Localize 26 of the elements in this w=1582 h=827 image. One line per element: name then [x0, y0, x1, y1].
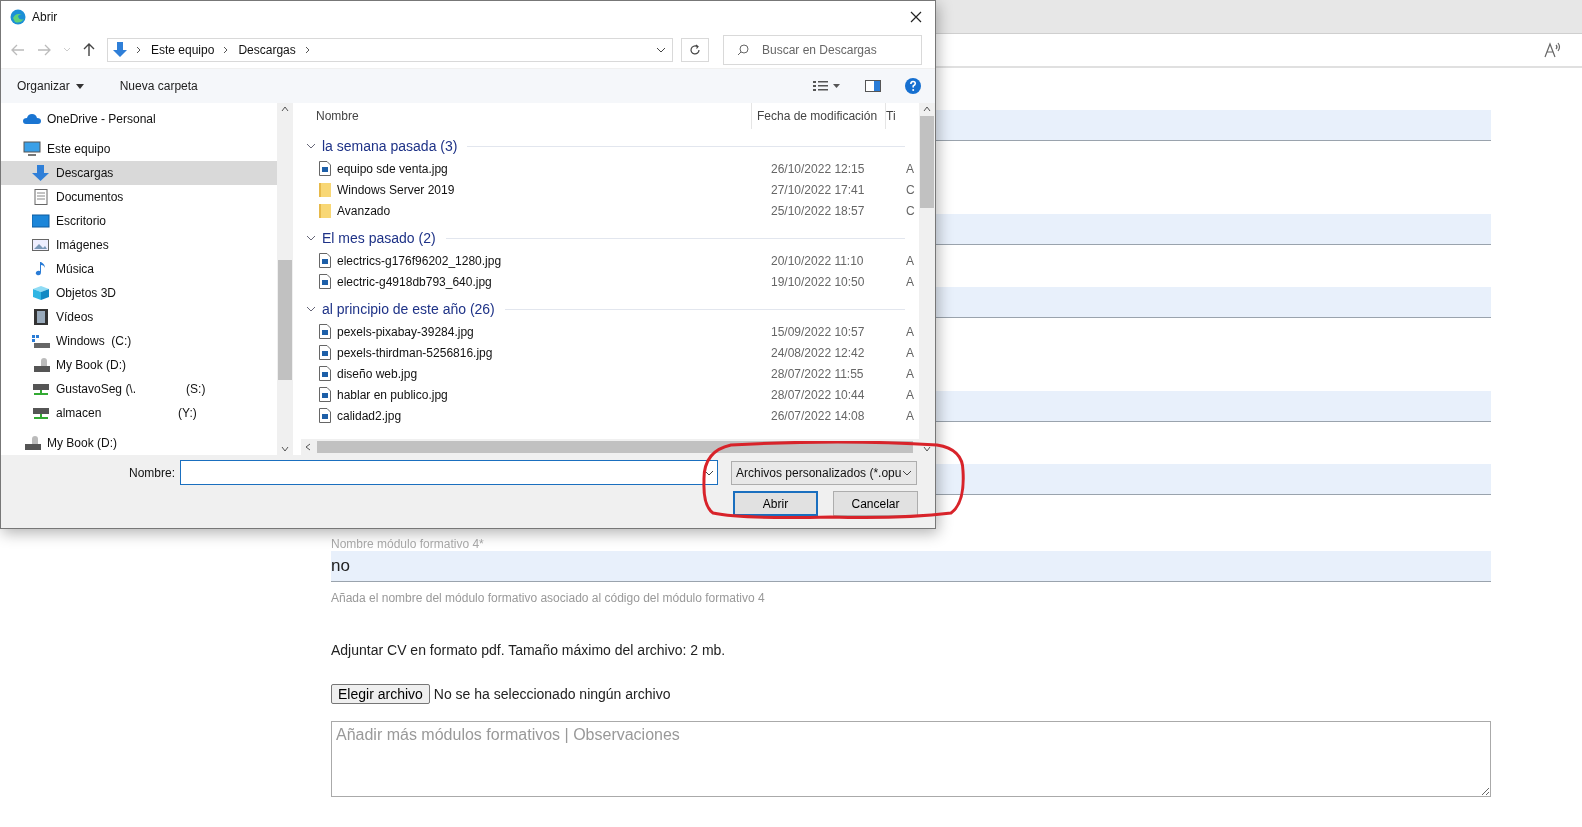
- file-type: A: [906, 387, 914, 402]
- file-date: 27/10/2022 17:41: [770, 182, 866, 197]
- file-date: 19/10/2022 10:50: [770, 274, 866, 289]
- filename-label: Nombre:: [128, 465, 176, 480]
- file-date: 20/10/2022 11:10: [770, 253, 865, 268]
- file-type: A: [906, 345, 914, 360]
- file-date: 26/10/2022 12:15: [770, 161, 866, 176]
- file-date: 24/08/2022 12:42: [770, 345, 866, 360]
- file-date: 28/07/2022 10:44: [770, 387, 866, 402]
- file-date: 28/07/2022 11:55: [770, 366, 865, 381]
- file-type: A: [906, 274, 914, 289]
- file-type: C: [906, 203, 915, 218]
- field-label: Nombre módulo formativo 4*: [331, 537, 485, 551]
- window-title: Abrir: [32, 9, 58, 24]
- file-date: 25/10/2022 18:57: [770, 203, 866, 218]
- file-type: A: [906, 161, 914, 176]
- field-help-text: Añada el nombre del módulo formativo asociado al código del módulo formativo 4: [331, 591, 766, 605]
- attach-instructions: Adjuntar CV en formato pdf. Tamaño máximo del archivo: 2 mb.: [331, 642, 727, 658]
- file-type: A: [906, 324, 914, 339]
- file-type: C: [906, 182, 915, 197]
- file-type: A: [906, 366, 914, 381]
- file-date: 15/09/2022 10:57: [770, 324, 866, 339]
- file-type: A: [906, 408, 914, 423]
- file-status-text: No se ha seleccionado ningún archivo: [433, 686, 671, 702]
- file-type: A: [906, 253, 914, 268]
- file-date: 26/07/2022 14:08: [770, 408, 866, 423]
